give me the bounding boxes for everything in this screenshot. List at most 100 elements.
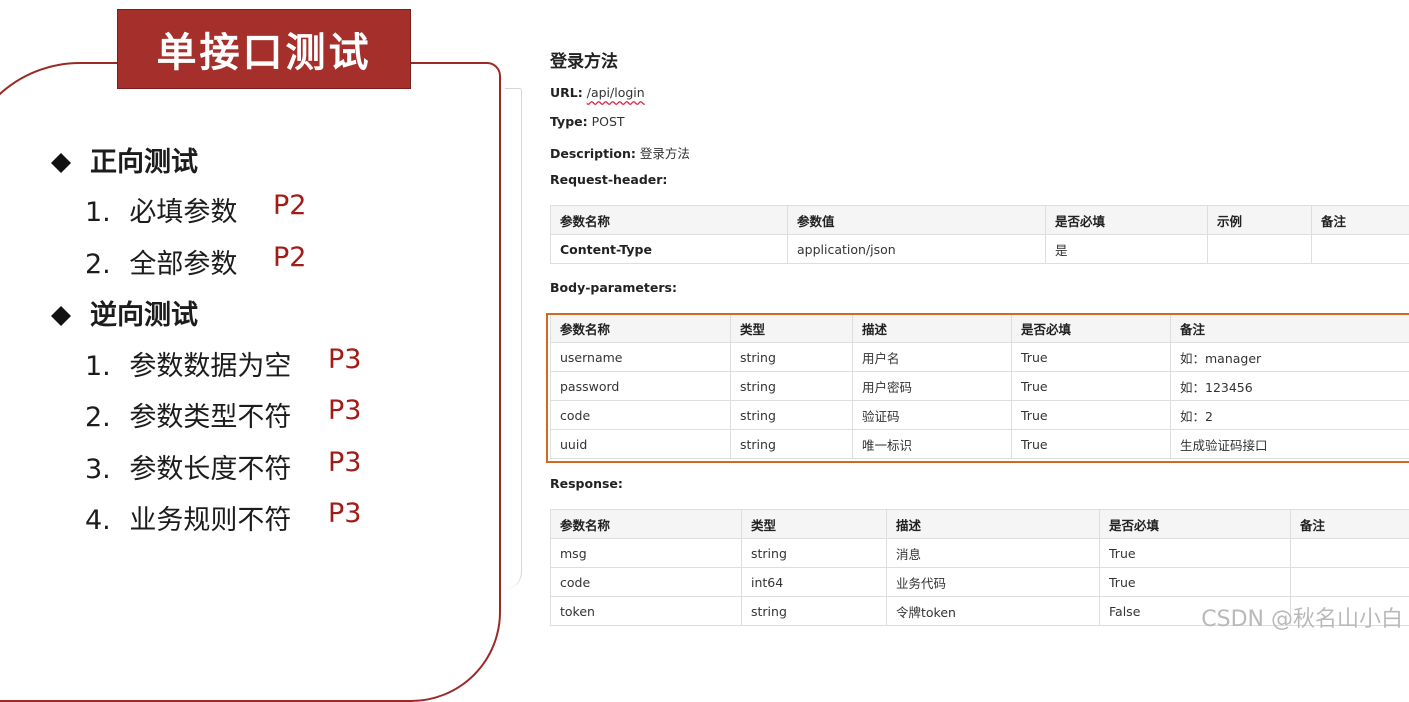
response-label: Response: [550,476,623,491]
request-header-table: 参数名称 参数值 是否必填 示例 备注 Content-Type applica… [550,205,1409,264]
type-row: Type: POST [550,114,625,129]
table-cell: 消息 [887,539,1100,568]
table-cell: Content-Type [551,235,788,264]
description-row: Description: 登录方法 [550,143,690,162]
table-cell: code [551,568,742,597]
table-row: msg string 消息 True [551,539,1409,568]
table-cell: 用户密码 [853,372,1012,401]
table-cell [1208,235,1312,264]
type-label: Type: [550,114,588,129]
table-cell: 验证码 [853,401,1012,430]
item-number: 4. [85,505,111,536]
heading-text: 正向测试 [90,147,198,178]
slide-title: 单接口测试 [117,9,411,89]
priority-label: P3 [328,395,361,426]
table-cell: username [551,343,731,372]
column-header: 示例 [1208,206,1312,235]
url-label: URL: [550,85,583,100]
slide-item: 3. 参数长度不符 [85,447,291,486]
doc-title: 登录方法 [550,47,618,72]
table-header-row: 参数名称 类型 描述 是否必填 备注 [551,510,1409,539]
column-header: 参数名称 [551,206,788,235]
item-number: 2. [85,402,111,433]
item-number: 1. [85,197,111,228]
column-header: 参数值 [788,206,1046,235]
slide-item: 1. 参数数据为空 [85,344,291,383]
section-label: Response: [550,476,623,491]
table-cell: 如：123456 [1171,372,1409,401]
priority-label: P3 [328,447,361,478]
table-cell: True [1012,343,1171,372]
table-cell: 如：2 [1171,401,1409,430]
column-header: 参数名称 [551,314,731,343]
item-number: 3. [85,454,111,485]
item-number: 2. [85,249,111,280]
column-header: 备注 [1312,206,1409,235]
table-header-row: 参数名称 类型 描述 是否必填 备注 [551,314,1409,343]
table-cell: True [1100,539,1291,568]
table-cell [1312,235,1409,264]
table-header-row: 参数名称 参数值 是否必填 示例 备注 [551,206,1409,235]
table-row: password string 用户密码 True 如：123456 [551,372,1409,401]
table-cell: True [1012,401,1171,430]
table-cell: string [731,343,853,372]
table-cell: string [731,401,853,430]
item-label: 全部参数 [129,249,237,280]
table-cell: application/json [788,235,1046,264]
table-cell: True [1100,568,1291,597]
table-cell: string [731,430,853,459]
table-cell: string [731,372,853,401]
table-cell: string [742,539,887,568]
table-row: Content-Type application/json 是 [551,235,1409,264]
panel-shadow [505,88,522,589]
table-cell: string [742,597,887,626]
column-header: 备注 [1291,510,1409,539]
column-header: 是否必填 [1012,314,1171,343]
body-parameters-label: Body-parameters: [550,280,677,295]
section-label: Request-header: [550,172,667,187]
item-label: 参数数据为空 [129,351,291,382]
section-heading-positive: 正向测试 [50,140,198,179]
table-row: uuid string 唯一标识 True 生成验证码接口 [551,430,1409,459]
table-cell: 用户名 [853,343,1012,372]
item-label: 必填参数 [129,197,237,228]
watermark: CSDN @秋名山小白 [1201,601,1403,633]
description-value: 登录方法 [640,146,690,161]
table-cell: 唯一标识 [853,430,1012,459]
priority-label: P2 [273,190,306,221]
table-cell: password [551,372,731,401]
diamond-bullet-icon [50,152,72,174]
table-cell: uuid [551,430,731,459]
column-header: 描述 [887,510,1100,539]
section-heading-negative: 逆向测试 [50,293,198,332]
table-cell: True [1012,372,1171,401]
table-cell [1291,568,1409,597]
table-row: code string 验证码 True 如：2 [551,401,1409,430]
column-header: 备注 [1171,314,1409,343]
slide-item: 2. 参数类型不符 [85,395,291,434]
priority-label: P2 [273,242,306,273]
column-header: 类型 [742,510,887,539]
heading-text: 逆向测试 [90,300,198,331]
table-cell: msg [551,539,742,568]
slide-item: 1. 必填参数 [85,190,237,229]
table-cell: 业务代码 [887,568,1100,597]
table-cell: True [1012,430,1171,459]
table-cell: token [551,597,742,626]
table-cell: 是 [1046,235,1208,264]
column-header: 是否必填 [1046,206,1208,235]
column-header: 参数名称 [551,510,742,539]
request-header-label: Request-header: [550,172,667,187]
column-header: 描述 [853,314,1012,343]
table-cell: 令牌token [887,597,1100,626]
diamond-bullet-icon [50,305,72,327]
priority-label: P3 [328,498,361,529]
type-value: POST [592,114,625,129]
item-label: 业务规则不符 [129,505,291,536]
body-parameters-table: 参数名称 类型 描述 是否必填 备注 username string 用户名 T… [550,313,1409,459]
column-header: 是否必填 [1100,510,1291,539]
table-row: username string 用户名 True 如：manager [551,343,1409,372]
table-cell: int64 [742,568,887,597]
column-header: 类型 [731,314,853,343]
item-number: 1. [85,351,111,382]
